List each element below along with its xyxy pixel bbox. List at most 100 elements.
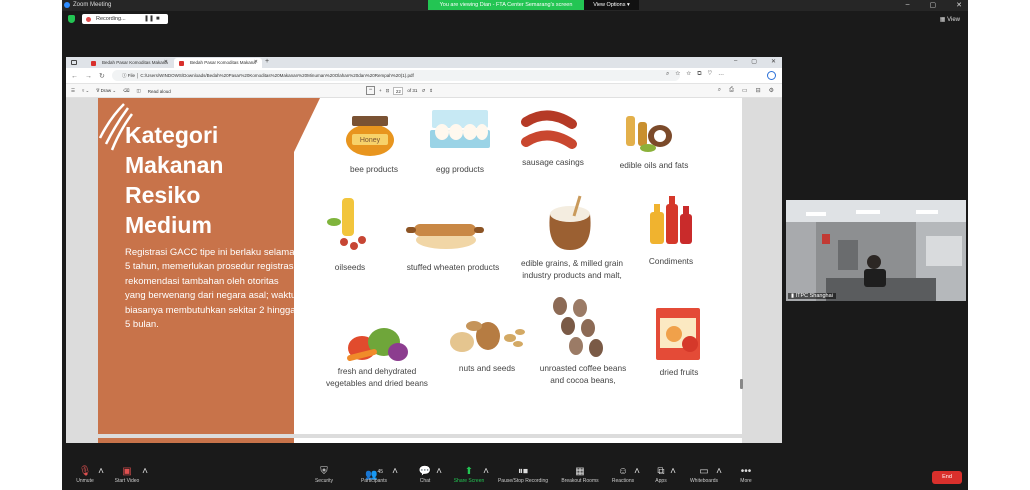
contents-icon[interactable]: ☰ [71,88,75,94]
browser-tab-2[interactable]: Bedah Pasar Komoditas Makana ✕ [174,58,262,68]
pause-stop-icon: ⏸⏹ [518,466,528,477]
minimize-button[interactable]: – [906,1,910,9]
record-dot-icon [86,16,91,22]
reactions-chevron[interactable]: ˄ [634,466,640,478]
participants-button[interactable]: 👥45 Participants [356,466,392,484]
unmute-button[interactable]: 🎙 Unmute [72,466,98,484]
fit-icon[interactable]: ⇕ [429,88,433,94]
more-button[interactable]: ••• More [736,466,756,484]
participants-chevron[interactable]: ˄ [392,466,398,478]
eraser-icon[interactable]: ⌫ [123,88,129,94]
zoom-status-bar: Recording... ❚❚ ■ ▦ View [62,11,968,27]
video-options-chevron[interactable]: ˄ [142,466,148,478]
sausage-icon [521,110,577,149]
more-label: More [740,478,752,484]
reactions-icon: ☺ [617,466,629,477]
apps-button[interactable]: ⧉ Apps [650,466,672,484]
fit-page-icon[interactable]: ⊡ [386,88,390,94]
browser-maximize-button[interactable]: ▢ [751,58,757,65]
draw-button[interactable]: ∇ Draw ⌄ [96,88,116,94]
whiteboards-chevron[interactable]: ˄ [716,466,722,478]
video-off-icon: ▣ [122,466,132,477]
breakout-rooms-button[interactable]: ▦ Breakout Rooms [558,466,602,484]
viewing-banner: You are viewing Dian - FTA Center Semara… [428,0,584,10]
stop-recording-icon[interactable]: ■ [156,14,160,24]
browser-tab-1[interactable]: Bedah Pasar Komoditas Makana ✕ [86,58,172,68]
mic-muted-icon: 🎙 [78,466,92,477]
close-tab-icon[interactable]: ✕ [164,59,168,65]
read-aloud-label: Read aloud [147,88,171,94]
title-line-2: Makanan [125,152,224,178]
close-tab-icon[interactable]: ✕ [254,59,258,65]
page-total: of 31 [407,88,418,93]
label-condiments: Condiments [648,256,694,266]
apps-chevron[interactable]: ˄ [670,466,676,478]
settings-icon[interactable]: ⚙ [769,87,774,94]
share-screen-button[interactable]: ⬆ Share Screen [451,466,487,484]
view-options-button[interactable]: View Options ▾ [584,0,639,10]
browser-minimize-button[interactable]: – [734,58,737,65]
save-as-icon[interactable]: ⊟ [756,87,761,94]
security-button[interactable]: ⛨ Security [310,466,338,484]
chevron-up-icon: ˄ [142,466,148,477]
start-video-button[interactable]: ▣ Start Video [110,466,144,484]
honey-label: Honey [360,137,381,144]
screen: Zoom Meeting – ▢ ✕ You are viewing Dian … [0,0,1030,490]
new-tab-button[interactable]: + [265,58,269,65]
pdf-scrollbar-thumb[interactable] [740,379,743,389]
audio-options-chevron[interactable]: ˄ [98,466,104,478]
address-bar[interactable]: ⓘ File │ C:/Users/WINDOWS/Downloads/Beda… [112,70,680,81]
reactions-label: Reactions [611,478,635,484]
label-bee-products: bee products [350,164,398,174]
view-button[interactable]: ▦ View [940,16,960,23]
start-video-label: Start Video [114,478,140,484]
recording-label: Recording... [96,16,126,22]
highlight-icon[interactable]: ▿ ⌄ [82,88,89,94]
title-line-4: Medium [125,212,212,238]
unmute-label: Unmute [76,478,94,484]
label-sausage-casings: sausage casings [522,157,584,167]
pause-stop-recording-button[interactable]: ⏸⏹ Pause/Stop Recording [493,466,553,484]
label-veg-line1: fresh and dehydrated [337,366,417,376]
page-view-icon[interactable]: ◫ [137,88,141,94]
search-icon[interactable]: ⌕ [718,87,721,94]
label-coffee-line1: unroasted coffee beans [539,363,627,373]
next-pdf-page [98,438,742,443]
participants-count: 45 [377,469,383,475]
save-icon[interactable]: ▭ [742,87,748,94]
view-options-label: View Options [593,2,626,8]
browser-close-button[interactable]: ✕ [771,58,776,65]
close-button[interactable]: ✕ [956,1,962,9]
bing-icon[interactable] [767,71,776,80]
chat-button[interactable]: 💬 Chat [414,466,436,484]
whiteboards-label: Whiteboards [689,478,719,484]
maximize-button[interactable]: ▢ [930,1,937,9]
participant-video-tile[interactable]: ▮ ITPC Shanghai [786,200,966,301]
condiments-icon [650,196,692,244]
reactions-button[interactable]: ☺ Reactions [610,466,636,484]
share-chevron[interactable]: ˄ [483,466,489,478]
browser-action-icons[interactable]: ⌕☆✩⧉♡… [666,71,730,78]
vegetables-icon [347,328,408,361]
chat-chevron[interactable]: ˄ [436,466,442,478]
view-label: View [947,17,960,23]
honey-jar-icon: Honey [346,116,394,156]
read-aloud-button[interactable]: Read aloud [148,89,171,94]
share-screen-icon: ⬆ [464,466,474,477]
egg-carton-icon [430,110,490,148]
chevron-up-icon: ˄ [716,466,722,477]
zoom-out-button[interactable]: − [366,86,375,95]
label-edible-oils: edible oils and fats [619,160,689,170]
grain-sack-icon [549,195,591,250]
page-number-input[interactable]: 22 [393,86,404,95]
pdf-page: Kategori Makanan Resiko Medium Registras… [98,98,742,434]
pause-recording-icon[interactable]: ❚❚ [144,14,154,24]
pdf-viewer[interactable]: Kategori Makanan Resiko Medium Registras… [66,98,782,443]
nav-buttons[interactable]: ←→↻ [71,72,112,80]
rotate-icon[interactable]: ↺ [421,88,425,94]
zoom-in-button[interactable]: + [379,88,382,93]
print-icon[interactable]: ⎙ [729,87,734,94]
end-meeting-button[interactable]: End [932,471,962,484]
tab-actions-icon[interactable] [71,60,77,65]
title-line-1: Kategori [125,122,219,148]
